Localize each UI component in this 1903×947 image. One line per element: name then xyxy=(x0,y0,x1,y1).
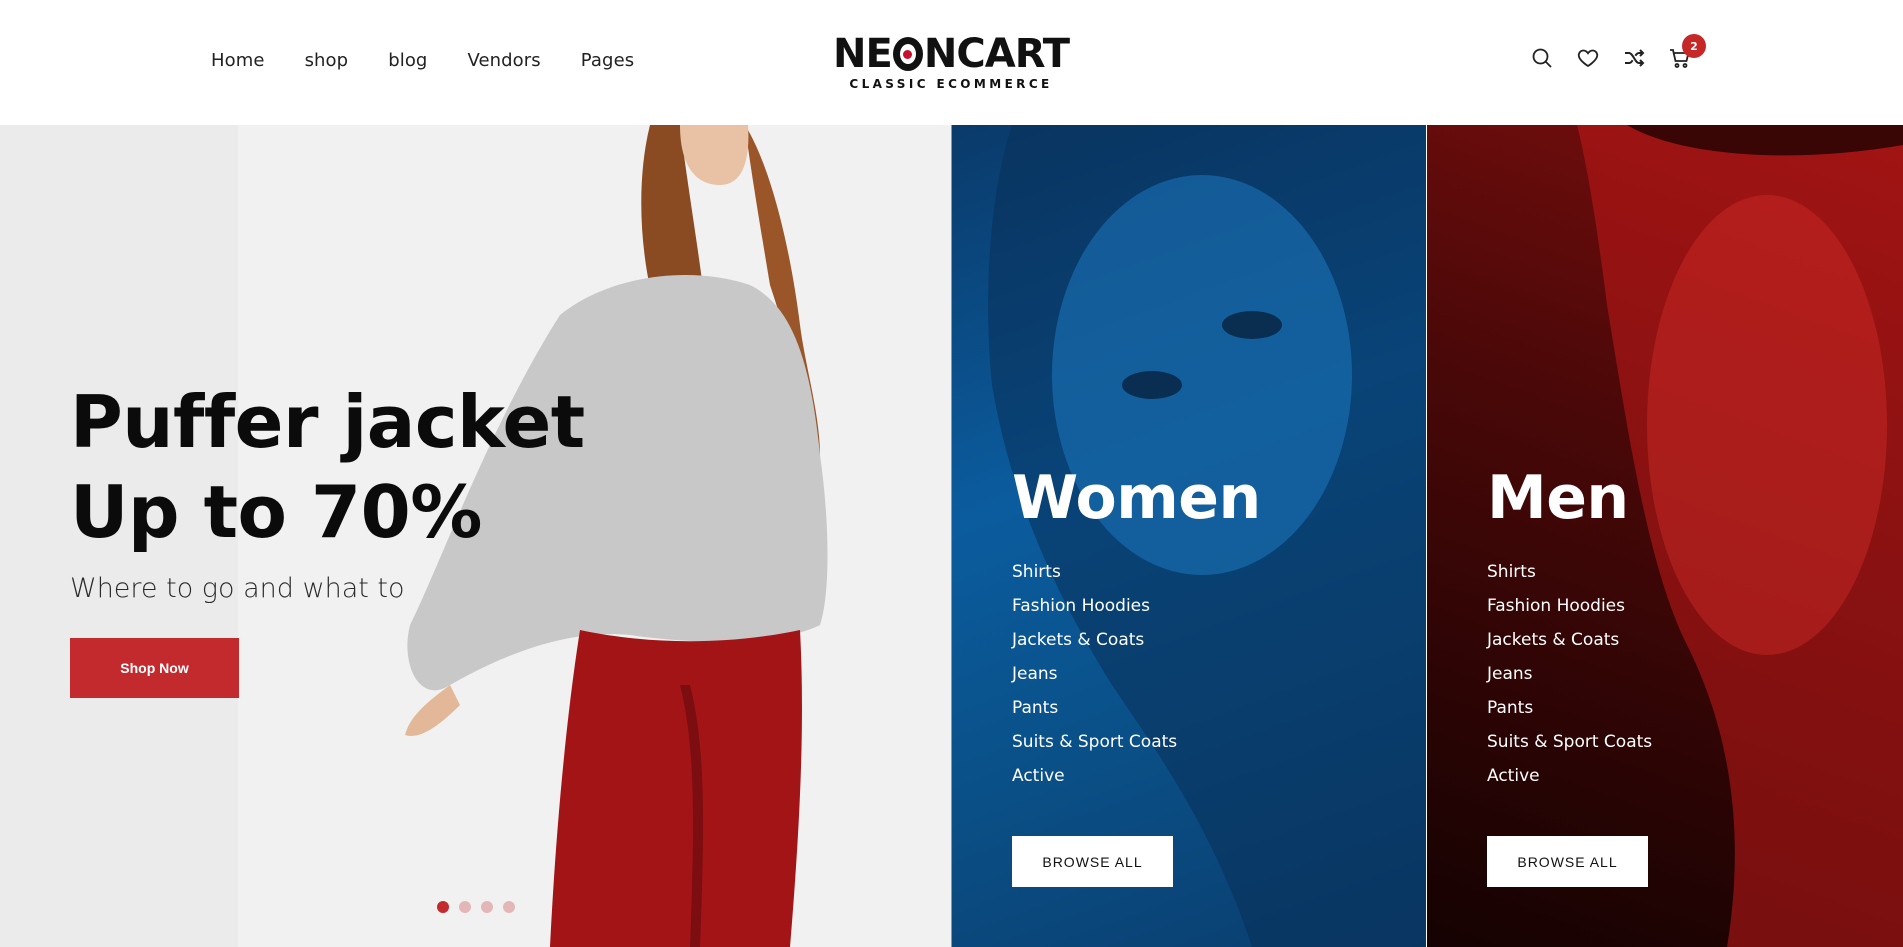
cart-icon[interactable]: 2 xyxy=(1668,34,1706,70)
men-model-image xyxy=(1577,125,1903,947)
women-link-shirts[interactable]: Shirts xyxy=(1012,555,1177,589)
nav-blog[interactable]: blog xyxy=(388,50,427,71)
women-model-image xyxy=(988,125,1426,947)
hero-slider: Puffer jacket Up to 70% Where to go and … xyxy=(0,125,951,947)
women-link-active[interactable]: Active xyxy=(1012,759,1177,793)
men-link-active[interactable]: Active xyxy=(1487,759,1652,793)
women-link-hoodies[interactable]: Fashion Hoodies xyxy=(1012,589,1177,623)
men-category-list: Shirts Fashion Hoodies Jackets & Coats J… xyxy=(1487,555,1652,793)
slider-dot-3[interactable] xyxy=(481,901,493,913)
slider-dot-4[interactable] xyxy=(503,901,515,913)
logo-text-left: NE xyxy=(833,31,893,77)
men-link-jeans[interactable]: Jeans xyxy=(1487,657,1652,691)
logo-wordmark: NE NCART xyxy=(833,31,1070,77)
women-link-suits[interactable]: Suits & Sport Coats xyxy=(1012,725,1177,759)
nav-pages[interactable]: Pages xyxy=(581,50,634,71)
women-link-pants[interactable]: Pants xyxy=(1012,691,1177,725)
site-logo[interactable]: NE NCART CLASSIC ECOMMERCE xyxy=(833,31,1070,92)
logo-subtitle: CLASSIC ECOMMERCE xyxy=(849,77,1053,91)
men-title: Men xyxy=(1487,463,1629,533)
header-icons: 2 xyxy=(1530,34,1706,70)
hero-title: Puffer jacket Up to 70% xyxy=(70,377,585,557)
hero-title-line1: Puffer jacket xyxy=(70,380,585,464)
men-link-suits[interactable]: Suits & Sport Coats xyxy=(1487,725,1652,759)
shuffle-icon[interactable] xyxy=(1622,46,1646,70)
men-link-pants[interactable]: Pants xyxy=(1487,691,1652,725)
site-header: Home shop blog Vendors Pages NE NCART CL… xyxy=(0,0,1903,125)
nav-shop[interactable]: shop xyxy=(305,50,349,71)
shop-now-button[interactable]: Shop Now xyxy=(70,638,239,698)
slider-dot-1[interactable] xyxy=(437,901,449,913)
slider-dots xyxy=(437,901,515,913)
women-link-jeans[interactable]: Jeans xyxy=(1012,657,1177,691)
men-link-shirts[interactable]: Shirts xyxy=(1487,555,1652,589)
men-link-hoodies[interactable]: Fashion Hoodies xyxy=(1487,589,1652,623)
heart-icon[interactable] xyxy=(1576,46,1600,70)
logo-target-icon xyxy=(892,37,923,71)
category-panel-men: Men Shirts Fashion Hoodies Jackets & Coa… xyxy=(1427,125,1903,947)
women-link-jackets[interactable]: Jackets & Coats xyxy=(1012,623,1177,657)
hero-title-line2: Up to 70% xyxy=(70,470,482,554)
search-icon[interactable] xyxy=(1530,46,1554,70)
nav-home[interactable]: Home xyxy=(211,50,265,71)
main-nav: Home shop blog Vendors Pages xyxy=(211,50,674,71)
women-browse-all-button[interactable]: BROWSE ALL xyxy=(1012,836,1173,887)
men-browse-all-button[interactable]: BROWSE ALL xyxy=(1487,836,1648,887)
women-category-list: Shirts Fashion Hoodies Jackets & Coats J… xyxy=(1012,555,1177,793)
cart-count-badge: 2 xyxy=(1682,34,1706,58)
men-link-jackets[interactable]: Jackets & Coats xyxy=(1487,623,1652,657)
slider-dot-2[interactable] xyxy=(459,901,471,913)
women-title: Women xyxy=(1012,463,1261,533)
category-panel-women: Women Shirts Fashion Hoodies Jackets & C… xyxy=(952,125,1426,947)
logo-text-right: NCART xyxy=(923,31,1070,77)
hero-subtitle: Where to go and what to xyxy=(70,573,405,604)
nav-vendors[interactable]: Vendors xyxy=(467,50,540,71)
